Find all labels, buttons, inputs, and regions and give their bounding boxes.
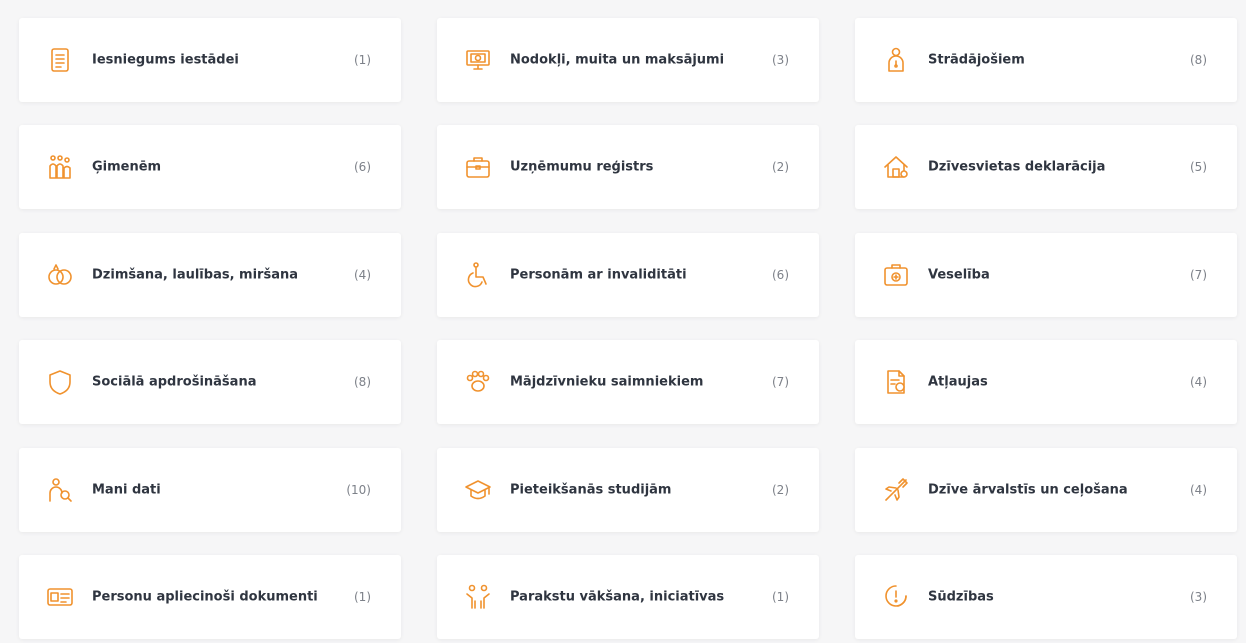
category-label: Mani dati: [92, 482, 161, 498]
category-card[interactable]: Nodokļi, muita un maksājumi (3): [437, 18, 819, 102]
category-label: Nodokļi, muita un maksājumi: [510, 52, 725, 68]
category-card[interactable]: Mājdzīvnieku saimniekiem (7): [437, 340, 819, 424]
category-count: (2): [772, 160, 789, 174]
category-count: (1): [354, 590, 371, 604]
category-label: Mājdzīvnieku saimniekiem: [510, 374, 704, 390]
category-label: Personām ar invaliditāti: [510, 267, 687, 283]
paw-icon: [465, 369, 491, 395]
category-label: Veselība: [928, 267, 990, 283]
category-count: (6): [772, 268, 789, 282]
category-label: Dzīve ārvalstīs un ceļošana: [928, 482, 1128, 498]
category-label: Strādājošiem: [928, 52, 1025, 68]
category-count: (8): [354, 375, 371, 389]
category-label: Atļaujas: [928, 374, 988, 390]
family-icon: [47, 154, 73, 180]
category-card[interactable]: Personu apliecinoši dokumenti (1): [19, 555, 401, 639]
person-search-icon: [47, 477, 73, 503]
category-card[interactable]: Sociālā apdrošināšana (8): [19, 340, 401, 424]
category-label: Sūdzības: [928, 589, 994, 605]
category-count: (7): [1190, 268, 1207, 282]
category-label: Parakstu vākšana, iniciatīvas: [510, 589, 725, 605]
category-card[interactable]: Veselība (7): [855, 233, 1237, 317]
briefcase-icon: [465, 154, 491, 180]
category-card[interactable]: Sūdzības (3): [855, 555, 1237, 639]
category-label: Pieteikšanās studijām: [510, 482, 672, 498]
category-count: (2): [772, 483, 789, 497]
category-label: Sociālā apdrošināšana: [92, 374, 257, 390]
category-card[interactable]: Iesniegums iestādei (1): [19, 18, 401, 102]
category-card[interactable]: Uzņēmumu reģistrs (2): [437, 125, 819, 209]
category-card[interactable]: Personām ar invaliditāti (6): [437, 233, 819, 317]
category-count: (3): [772, 53, 789, 67]
category-label: Dzīvesvietas deklarācija: [928, 159, 1106, 175]
category-card[interactable]: Strādājošiem (8): [855, 18, 1237, 102]
shield-icon: [47, 369, 73, 395]
category-label: Personu apliecinoši dokumenti: [92, 589, 318, 605]
category-count: (4): [1190, 375, 1207, 389]
permit-icon: [883, 369, 909, 395]
category-card[interactable]: Pieteikšanās studijām (2): [437, 448, 819, 532]
category-count: (4): [1190, 483, 1207, 497]
category-card[interactable]: Dzīvesvietas deklarācija (5): [855, 125, 1237, 209]
category-label: Dzimšana, laulības, miršana: [92, 267, 298, 283]
medical-kit-icon: [883, 262, 909, 288]
category-grid: Iesniegums iestādei (1) Nodokļi, muita un …: [0, 0, 1246, 643]
category-card[interactable]: Dzīve ārvalstīs un ceļošana (4): [855, 448, 1237, 532]
category-label: Uzņēmumu reģistrs: [510, 159, 654, 175]
category-count: (5): [1190, 160, 1207, 174]
category-count: (1): [354, 53, 371, 67]
category-count: (7): [772, 375, 789, 389]
category-count: (6): [354, 160, 371, 174]
money-icon: [465, 47, 491, 73]
wheelchair-icon: [465, 262, 491, 288]
rings-icon: [47, 262, 73, 288]
category-count: (4): [354, 268, 371, 282]
category-card[interactable]: Dzimšana, laulības, miršana (4): [19, 233, 401, 317]
worker-icon: [883, 47, 909, 73]
category-count: (8): [1190, 53, 1207, 67]
category-label: Ģimenēm: [92, 159, 162, 175]
category-card[interactable]: Parakstu vākšana, iniciatīvas (1): [437, 555, 819, 639]
id-card-icon: [47, 584, 73, 610]
document-icon: [47, 47, 73, 73]
category-label: Iesniegums iestādei: [92, 52, 239, 68]
graduation-cap-icon: [465, 477, 491, 503]
category-count: (3): [1190, 590, 1207, 604]
raised-hands-icon: [465, 584, 491, 610]
category-card[interactable]: Ģimenēm (6): [19, 125, 401, 209]
category-card[interactable]: Atļaujas (4): [855, 340, 1237, 424]
house-icon: [883, 154, 909, 180]
category-count: (10): [346, 483, 371, 497]
category-count: (1): [772, 590, 789, 604]
category-card[interactable]: Mani dati (10): [19, 448, 401, 532]
airplane-icon: [883, 477, 909, 503]
alert-bubble-icon: [883, 584, 909, 610]
